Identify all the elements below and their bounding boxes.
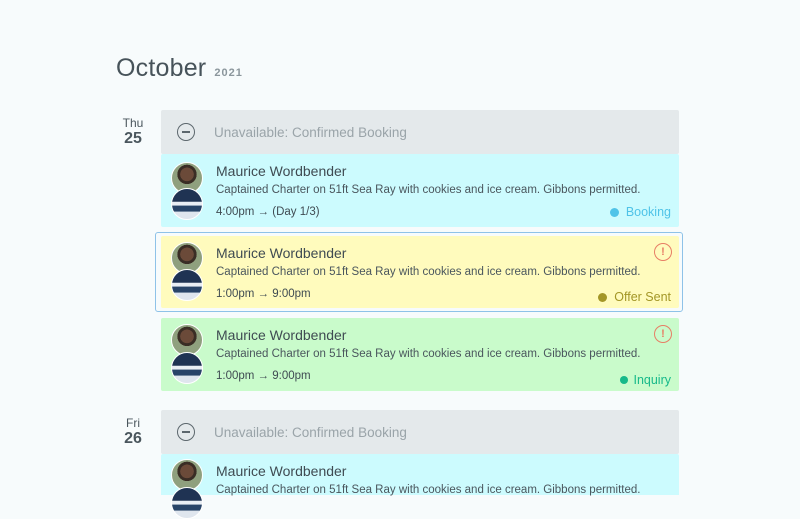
month-header: October 2021 — [116, 54, 243, 83]
minus-circle-icon[interactable] — [177, 423, 195, 441]
status-dot-icon — [609, 207, 619, 217]
minus-circle-icon[interactable] — [177, 123, 195, 141]
status-label: Offer Sent — [614, 290, 671, 304]
status-label: Booking — [625, 205, 671, 219]
boat-photo — [171, 269, 203, 301]
customer-name: Maurice Wordbender — [216, 245, 347, 261]
unavailable-label: Unavailable: Confirmed Booking — [214, 124, 407, 140]
day-number: 25 — [124, 130, 142, 147]
status-badge: Booking — [609, 205, 671, 219]
booking-description: Captained Charter on 51ft Sea Ray with c… — [216, 348, 641, 360]
booking-description: Captained Charter on 51ft Sea Ray with c… — [216, 184, 641, 196]
booking-description: Captained Charter on 51ft Sea Ray with c… — [216, 484, 641, 496]
boat-photo — [171, 352, 203, 384]
booking-time: 1:00pm → 9:00pm — [216, 370, 311, 382]
booking-time: 1:00pm → 9:00pm — [216, 288, 311, 300]
status-label: Inquiry — [633, 373, 671, 387]
booking-description: Captained Charter on 51ft Sea Ray with c… — [216, 266, 641, 278]
customer-name: Maurice Wordbender — [216, 163, 347, 179]
status-dot-icon — [598, 292, 608, 302]
booking-card[interactable]: Maurice Wordbender Captained Charter on … — [161, 454, 679, 519]
unavailable-label: Unavailable: Confirmed Booking — [214, 424, 407, 440]
boat-photo — [171, 188, 203, 220]
boat-photo — [171, 487, 203, 519]
status-badge: Inquiry — [620, 373, 671, 387]
exclamation-circle-icon[interactable]: ! — [654, 243, 672, 261]
day-number: 26 — [124, 430, 142, 447]
unavailable-block[interactable]: Unavailable: Confirmed Booking — [161, 410, 679, 454]
customer-name: Maurice Wordbender — [216, 463, 347, 479]
status-dot-icon — [620, 376, 629, 384]
day-label-thu: Thu 25 — [112, 116, 154, 148]
offer-card[interactable]: Maurice Wordbender Captained Charter on … — [161, 236, 679, 308]
booking-card[interactable]: Maurice Wordbender Captained Charter on … — [161, 154, 679, 227]
status-badge: Offer Sent — [598, 290, 671, 304]
unavailable-block[interactable]: Unavailable: Confirmed Booking — [161, 110, 679, 154]
year-label: 2021 — [214, 67, 243, 79]
customer-name: Maurice Wordbender — [216, 327, 347, 343]
booking-time: 4:00pm → (Day 1/3) — [216, 206, 320, 218]
inquiry-card[interactable]: Maurice Wordbender Captained Charter on … — [161, 318, 679, 391]
day-of-week: Thu — [122, 116, 144, 130]
day-label-fri: Fri 26 — [112, 416, 154, 448]
month-title: October — [116, 54, 207, 82]
exclamation-circle-icon[interactable]: ! — [654, 325, 672, 343]
day-of-week: Fri — [126, 416, 140, 430]
